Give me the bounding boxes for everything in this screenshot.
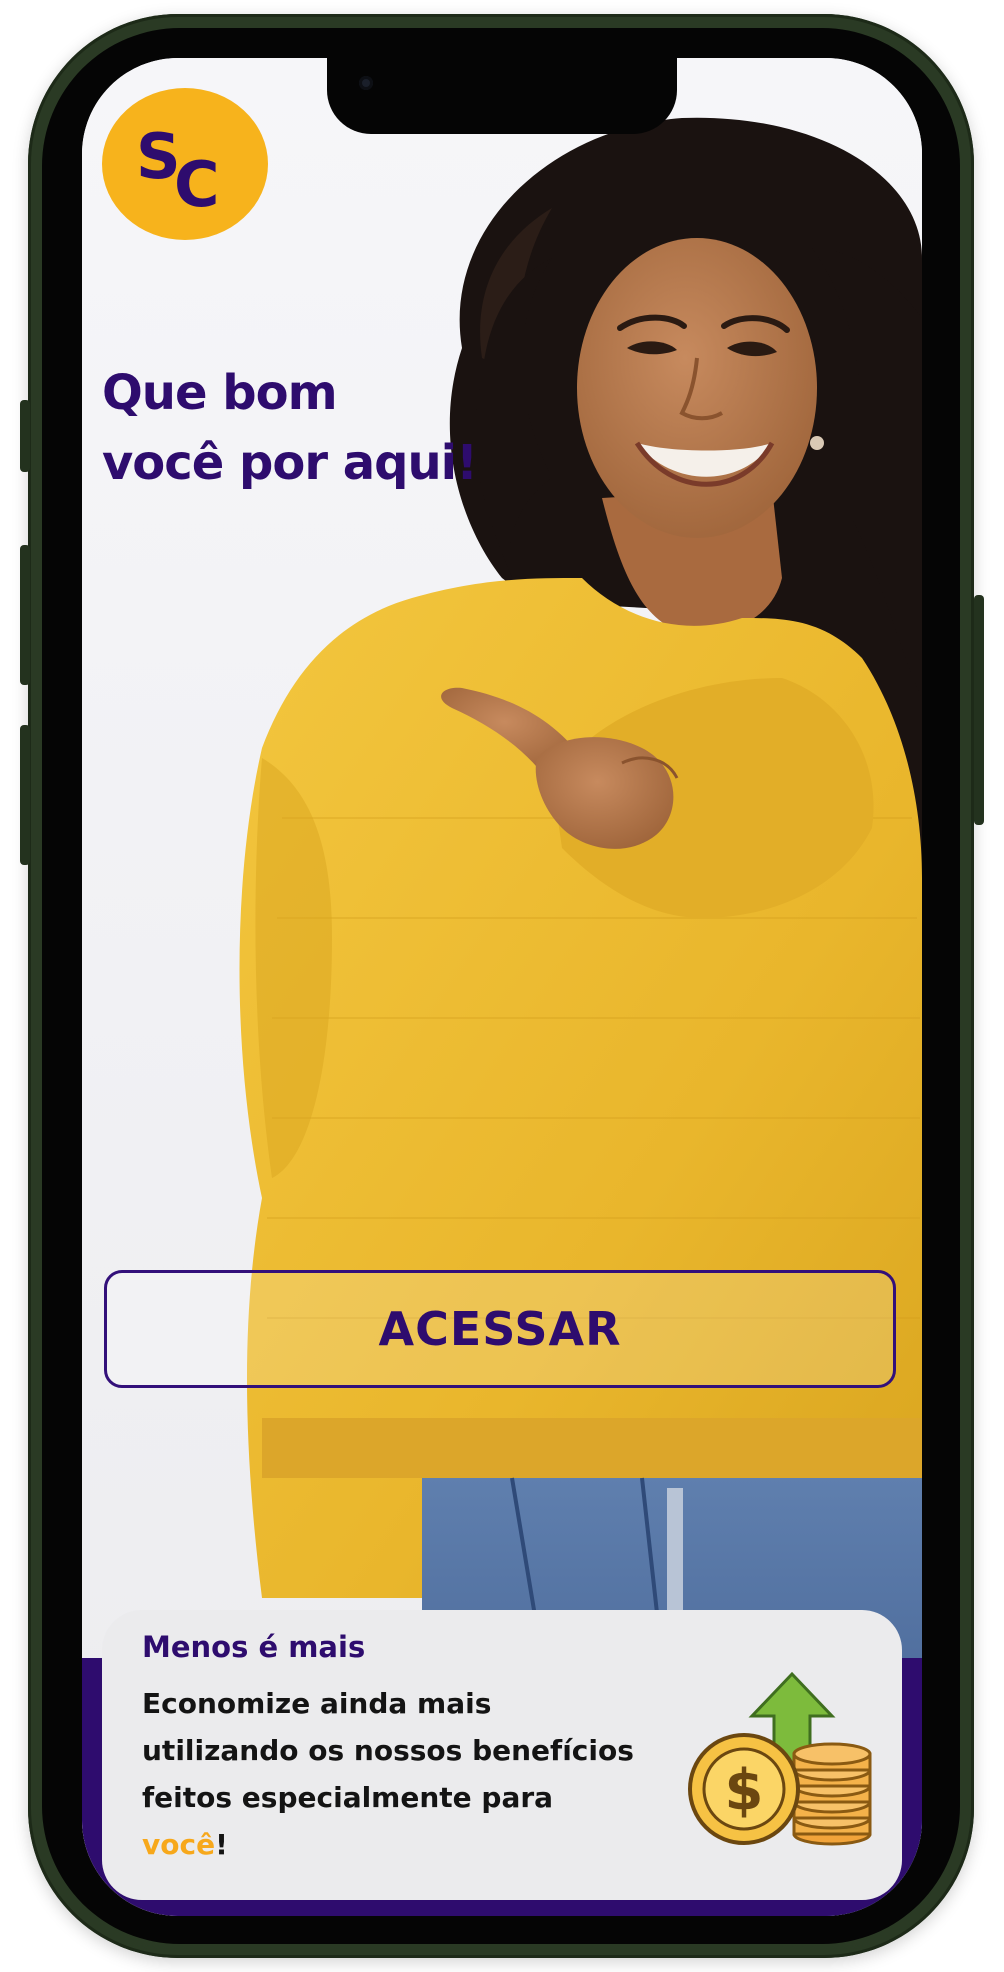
volume-up-button: [20, 545, 30, 685]
promo-kicker: Menos é mais: [142, 1630, 366, 1664]
promo-suffix: !: [215, 1828, 228, 1861]
notch: [327, 58, 677, 134]
power-button: [974, 595, 984, 825]
promo-line-3: feitos especialmente para: [142, 1781, 554, 1814]
promo-highlight: você: [142, 1828, 216, 1861]
sc-logo-icon: S C: [136, 120, 220, 214]
promo-line-4: você!: [142, 1821, 702, 1868]
svg-text:C: C: [174, 148, 220, 214]
money-coins-growth-icon: $: [688, 1671, 872, 1846]
headline-line-2: você por aqui!: [102, 435, 478, 491]
promo-card: Menos é mais Economize ainda mais utiliz…: [102, 1610, 902, 1900]
svg-text:$: $: [725, 1758, 764, 1823]
promo-text: Economize ainda mais utilizando os nosso…: [142, 1680, 702, 1868]
volume-down-button: [20, 725, 30, 865]
promo-line-1: Economize ainda mais: [142, 1687, 492, 1720]
access-button-label: ACESSAR: [378, 1302, 622, 1356]
welcome-headline: Que bom você por aqui!: [102, 358, 562, 498]
front-camera: [359, 76, 373, 90]
mute-switch: [20, 400, 30, 472]
brand-logo: S C: [102, 88, 268, 240]
access-button[interactable]: ACESSAR: [104, 1270, 896, 1388]
headline-line-1: Que bom: [102, 365, 338, 421]
app-screen: S C Que bom você por aqui! ACESSAR Menos…: [82, 58, 922, 1916]
promo-line-2: utilizando os nossos benefícios: [142, 1734, 634, 1767]
